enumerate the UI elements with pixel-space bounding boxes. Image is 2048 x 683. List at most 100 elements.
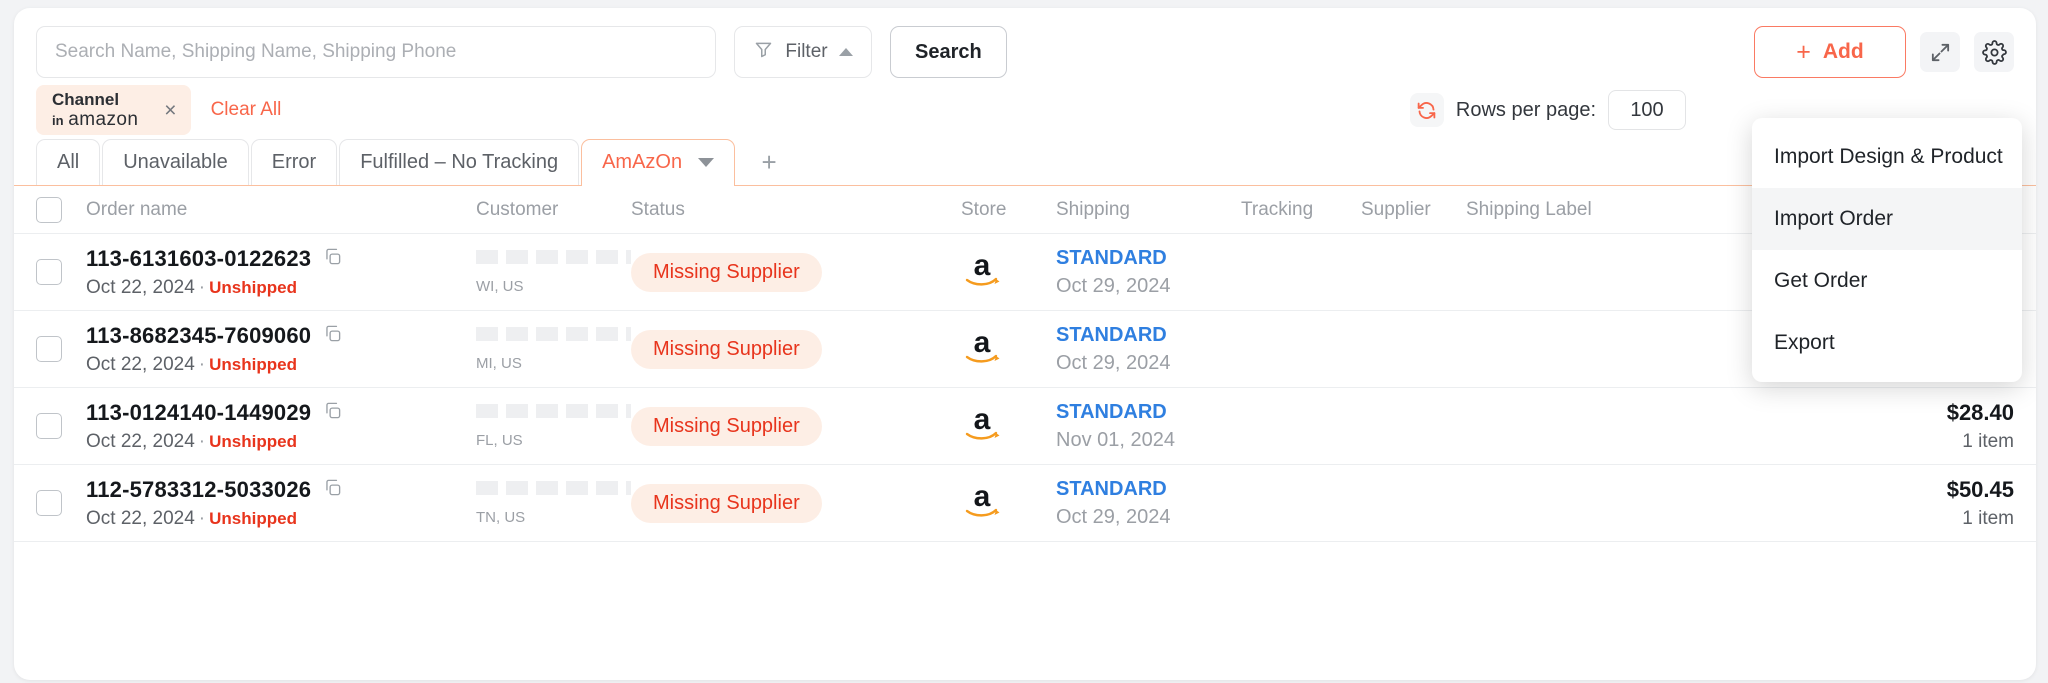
shipping-method[interactable]: STANDARD	[1056, 247, 1241, 270]
column-order-name[interactable]: Order name	[86, 199, 476, 221]
shipping-cell: STANDARD Oct 29, 2024	[1056, 324, 1241, 375]
toolbar-actions: + Add	[1754, 26, 2014, 78]
total-item-count: 1 item	[1962, 507, 2014, 529]
copy-icon[interactable]	[323, 400, 342, 426]
rows-per-page-control: Rows per page: 100	[1409, 90, 1686, 130]
menu-item-get-order[interactable]: Get Order	[1752, 250, 2022, 312]
copy-icon[interactable]	[323, 246, 342, 272]
rows-per-page-select[interactable]: 100	[1608, 90, 1686, 130]
close-icon[interactable]: ×	[164, 100, 176, 121]
tab-unavailable[interactable]: Unavailable	[102, 139, 249, 185]
order-name-text: 113-0124140-1449029	[86, 399, 312, 425]
filter-button[interactable]: Filter	[734, 26, 872, 78]
customer-cell: MI, US	[476, 326, 631, 372]
tab-label: Fulfilled – No Tracking	[360, 151, 559, 173]
order-fulfillment-status: Unshipped	[209, 354, 297, 374]
order-date: Oct 22, 2024	[86, 507, 195, 529]
order-fulfillment-status: Unshipped	[209, 277, 297, 297]
order-name[interactable]: 112-5783312-5033026	[86, 477, 476, 503]
chevron-down-icon[interactable]	[698, 158, 715, 167]
filter-chip-channel[interactable]: Channel in amazon ×	[36, 85, 191, 135]
select-all-cell	[36, 196, 86, 223]
menu-item-export[interactable]: Export	[1752, 312, 2022, 374]
orders-table: Order name Customer Status Store Shippin…	[14, 186, 2036, 542]
add-tab-button[interactable]: +	[737, 139, 801, 185]
column-shipping[interactable]: Shipping	[1056, 199, 1241, 221]
shipping-method[interactable]: STANDARD	[1056, 324, 1241, 347]
table-row[interactable]: 113-0124140-1449029 Oct 22, 2024 · Unshippe…	[14, 388, 2036, 465]
active-filters-row: Channel in amazon × Clear All Rows per p…	[14, 82, 2036, 138]
order-meta: Oct 22, 2024 · Unshipped	[86, 508, 476, 530]
tab-label: AmAzOn	[602, 151, 683, 173]
status-badge: Missing Supplier	[631, 483, 822, 523]
order-cell: 113-8682345-7609060 Oct 22, 2024 · Unshippe…	[86, 323, 476, 376]
separator-dot: ·	[198, 353, 206, 375]
customer-cell: WI, US	[476, 249, 631, 295]
customer-region: FL, US	[476, 431, 523, 449]
expand-icon[interactable]	[1920, 32, 1960, 72]
filter-chip-prefix: in	[52, 112, 64, 128]
filter-chip-title: Channel	[52, 89, 120, 109]
tab-label: Error	[271, 151, 317, 173]
customer-cell: FL, US	[476, 403, 631, 449]
tab-label: Unavailable	[123, 151, 228, 173]
column-supplier[interactable]: Supplier	[1361, 199, 1466, 221]
shipping-method[interactable]: STANDARD	[1056, 401, 1241, 424]
menu-item-import-design-product[interactable]: Import Design & Product	[1752, 126, 2022, 188]
row-checkbox[interactable]	[36, 490, 62, 516]
order-name-text: 113-8682345-7609060	[86, 322, 312, 348]
order-name[interactable]: 113-6131603-0122623	[86, 246, 476, 272]
column-shipping-label[interactable]: Shipping Label	[1466, 199, 1646, 221]
customer-name-redacted	[476, 480, 631, 495]
menu-item-import-order[interactable]: Import Order	[1752, 188, 2022, 250]
tab-all[interactable]: All	[36, 139, 101, 185]
search-button[interactable]: Search	[890, 26, 1007, 78]
copy-icon[interactable]	[323, 323, 342, 349]
total-item-count: 1 item	[1962, 430, 2014, 452]
order-cell: 112-5783312-5033026 Oct 22, 2024 · Unshippe…	[86, 477, 476, 530]
tab-fulfilled-no-tracking[interactable]: Fulfilled – No Tracking	[339, 139, 580, 185]
row-checkbox[interactable]	[36, 336, 62, 362]
shipping-method[interactable]: STANDARD	[1056, 478, 1241, 501]
column-customer[interactable]: Customer	[476, 199, 631, 221]
table-row[interactable]: 113-6131603-0122623 Oct 22, 2024 · Unshippe…	[14, 234, 2036, 311]
customer-region: MI, US	[476, 354, 522, 372]
order-date: Oct 22, 2024	[86, 353, 195, 375]
tab-amazon[interactable]: AmAzOn	[581, 139, 736, 187]
search-input[interactable]	[36, 26, 716, 78]
store-cell: a	[961, 328, 1056, 368]
store-cell: a	[961, 482, 1056, 522]
status-badge: Missing Supplier	[631, 406, 822, 446]
order-meta: Oct 22, 2024 · Unshipped	[86, 277, 476, 299]
separator-dot: ·	[198, 507, 206, 529]
chevron-up-icon	[838, 48, 853, 56]
refresh-icon[interactable]	[1409, 93, 1444, 127]
order-fulfillment-status: Unshipped	[209, 431, 297, 451]
tab-error[interactable]: Error	[250, 139, 338, 185]
column-store[interactable]: Store	[961, 199, 1056, 221]
add-button[interactable]: + Add	[1754, 26, 1906, 78]
total-amount: $50.45	[1946, 476, 2014, 502]
order-name[interactable]: 113-8682345-7609060	[86, 323, 476, 349]
gear-icon[interactable]	[1974, 32, 2014, 72]
copy-icon[interactable]	[323, 477, 342, 503]
row-checkbox[interactable]	[36, 413, 62, 439]
column-tracking[interactable]: Tracking	[1241, 199, 1361, 221]
clear-all-button[interactable]: Clear All	[211, 99, 282, 121]
separator-dot: ·	[198, 430, 206, 452]
filter-chip-value: in amazon	[52, 109, 138, 130]
shipping-cell: STANDARD Oct 29, 2024	[1056, 478, 1241, 529]
order-name[interactable]: 113-0124140-1449029	[86, 400, 476, 426]
select-all-checkbox[interactable]	[36, 196, 62, 223]
table-row[interactable]: 113-8682345-7609060 Oct 22, 2024 · Unshippe…	[14, 311, 2036, 388]
tab-label: All	[57, 151, 80, 173]
table-row[interactable]: 112-5783312-5033026 Oct 22, 2024 · Unshippe…	[14, 465, 2036, 542]
shipping-date: Nov 01, 2024	[1056, 428, 1175, 451]
customer-cell: TN, US	[476, 480, 631, 526]
row-select-cell	[36, 259, 86, 285]
order-name-text: 112-5783312-5033026	[86, 476, 312, 502]
row-checkbox[interactable]	[36, 259, 62, 285]
orders-panel: Filter Search + Add	[14, 8, 2036, 680]
tab-bar: All Unavailable Error Fulfilled – No Tracki…	[14, 138, 2036, 187]
column-status[interactable]: Status	[631, 199, 961, 221]
